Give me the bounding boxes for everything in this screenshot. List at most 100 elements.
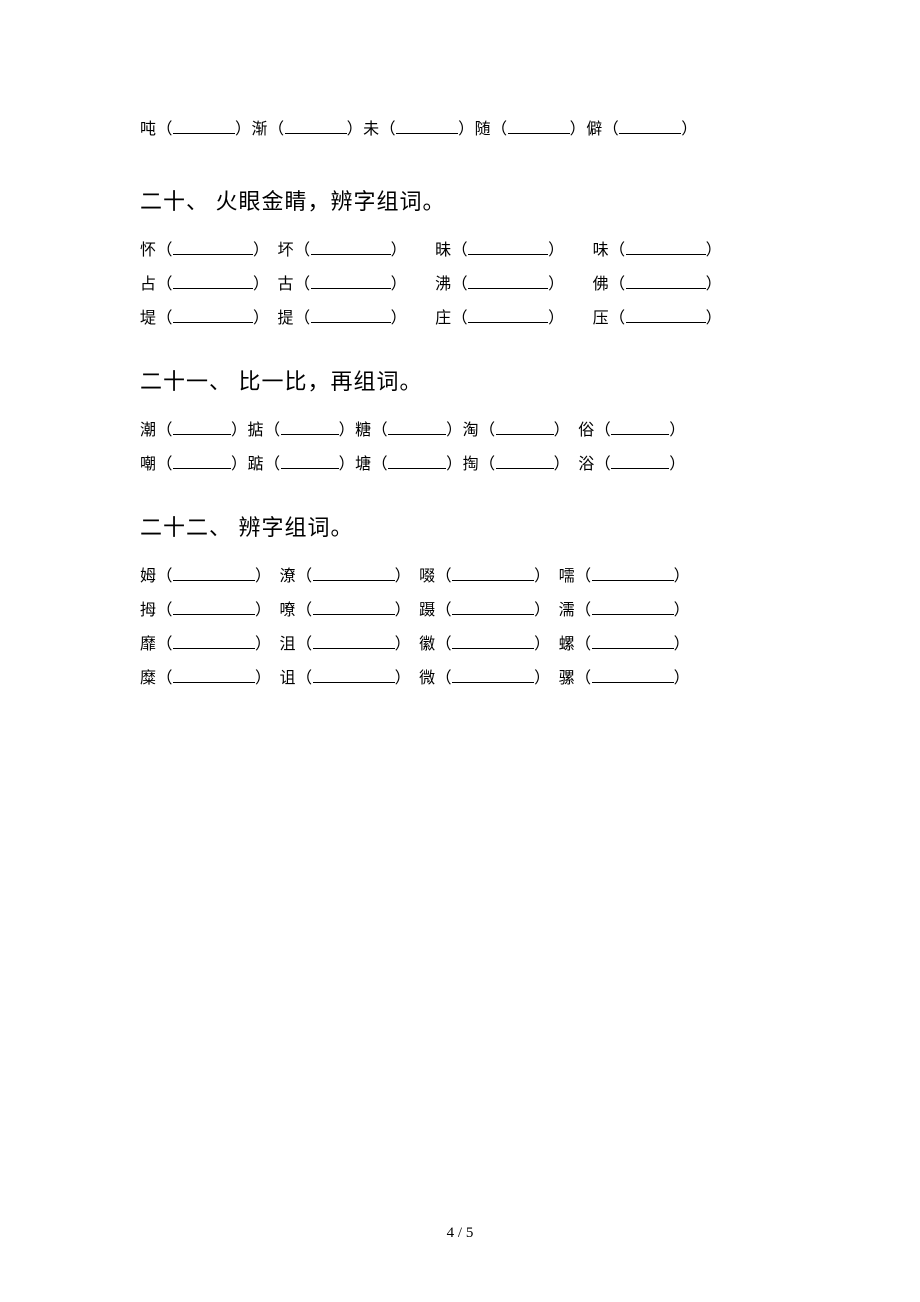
char: 糖 [355, 422, 372, 439]
blank [592, 565, 674, 581]
blank [281, 453, 339, 469]
section-heading: 二十、 火眼金睛，辨字组词。 [140, 184, 780, 216]
blank [173, 453, 231, 469]
exercise-row: 潮（）掂（）糖（）淘（）俗（） [140, 416, 780, 440]
char: 沸 [435, 276, 452, 293]
char: 濡 [559, 602, 576, 619]
blank [173, 419, 231, 435]
exercise-row: 怀（）坏（）昧（）味（） [140, 236, 780, 260]
section-heading: 二十二、 辨字组词。 [140, 510, 780, 542]
blank [173, 633, 255, 649]
char: 味 [593, 242, 610, 259]
char: 淘 [463, 422, 480, 439]
blank [468, 239, 548, 255]
blank [468, 273, 548, 289]
blank [311, 273, 391, 289]
char: 沮 [280, 636, 297, 653]
char: 未 [363, 121, 380, 138]
blank [173, 565, 255, 581]
char: 踮 [248, 456, 265, 473]
blank [311, 307, 391, 323]
blank [619, 118, 681, 134]
section-21: 二十一、 比一比，再组词。 潮（）掂（）糖（）淘（）俗（） 嘲（）踮（）塘（）掏… [140, 364, 780, 474]
blank [313, 599, 395, 615]
char: 拇 [140, 602, 157, 619]
blank [388, 419, 446, 435]
section-heading: 二十一、 比一比，再组词。 [140, 364, 780, 396]
blank [313, 633, 395, 649]
blank [626, 307, 706, 323]
blank [452, 599, 534, 615]
char: 怀 [140, 242, 157, 259]
char: 堤 [140, 310, 157, 327]
char: 佛 [593, 276, 610, 293]
blank [285, 118, 347, 134]
blank [173, 307, 253, 323]
char: 微 [419, 670, 436, 687]
exercise-row: 占（）古（）沸（）佛（） [140, 270, 780, 294]
char: 塘 [355, 456, 372, 473]
exercise-row: 姆（）潦（）啜（）嚅（） [140, 562, 780, 586]
char: 蹑 [419, 602, 436, 619]
blank [396, 118, 458, 134]
char: 嘹 [280, 602, 297, 619]
char: 诅 [280, 670, 297, 687]
blank [626, 273, 706, 289]
page-footer: 4 / 5 [0, 1225, 920, 1242]
char: 压 [593, 310, 610, 327]
blank [626, 239, 706, 255]
blank [611, 419, 669, 435]
char: 靡 [140, 636, 157, 653]
char: 糜 [140, 670, 157, 687]
char: 吨 [140, 121, 157, 138]
blank [508, 118, 570, 134]
exercise-row: 靡（）沮（）徽（）螺（） [140, 630, 780, 654]
char: 掏 [463, 456, 480, 473]
char: 俗 [578, 422, 595, 439]
blank [311, 239, 391, 255]
blank [496, 453, 554, 469]
char: 提 [278, 310, 295, 327]
blank [592, 667, 674, 683]
blank [313, 565, 395, 581]
char: 古 [278, 276, 295, 293]
char: 徽 [419, 636, 436, 653]
exercise-row: 拇（）嘹（）蹑（）濡（） [140, 596, 780, 620]
blank [468, 307, 548, 323]
char: 昧 [435, 242, 452, 259]
char: 嘲 [140, 456, 157, 473]
char: 掂 [248, 422, 265, 439]
char: 渐 [252, 121, 269, 138]
section-22: 二十二、 辨字组词。 姆（）潦（）啜（）嚅（） 拇（）嘹（）蹑（）濡（） 靡（）… [140, 510, 780, 688]
char: 潦 [280, 568, 297, 585]
char: 坏 [278, 242, 295, 259]
exercise-row: 糜（）诅（）微（）骡（） [140, 664, 780, 688]
blank [173, 239, 253, 255]
blank [496, 419, 554, 435]
char: 姆 [140, 568, 157, 585]
exercise-row: 嘲（）踮（）塘（）掏（）浴（） [140, 450, 780, 474]
char: 螺 [559, 636, 576, 653]
blank [592, 633, 674, 649]
char: 僻 [586, 121, 603, 138]
char: 潮 [140, 422, 157, 439]
exercise-row: 堤（）提（）庄（）压（） [140, 304, 780, 328]
blank [611, 453, 669, 469]
char: 庄 [435, 310, 452, 327]
top-lead-row: 吨（）渐（）未（）随（）僻（） [140, 115, 780, 139]
blank [173, 273, 253, 289]
blank [592, 599, 674, 615]
blank [452, 667, 534, 683]
blank [173, 118, 235, 134]
blank [173, 667, 255, 683]
blank [388, 453, 446, 469]
char: 浴 [578, 456, 595, 473]
char: 占 [140, 276, 157, 293]
blank [173, 599, 255, 615]
char: 嚅 [559, 568, 576, 585]
blank [313, 667, 395, 683]
blank [281, 419, 339, 435]
char: 随 [475, 121, 492, 138]
section-20: 二十、 火眼金睛，辨字组词。 怀（）坏（）昧（）味（） 占（）古（）沸（）佛（）… [140, 184, 780, 328]
blank [452, 633, 534, 649]
